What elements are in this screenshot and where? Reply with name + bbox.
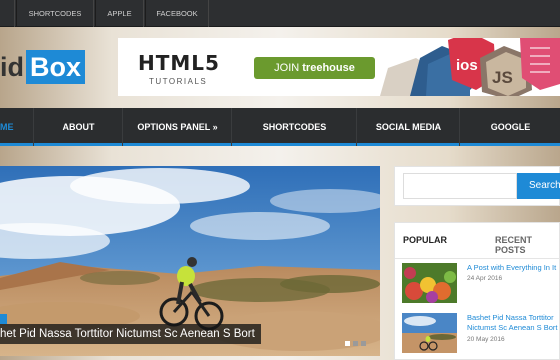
banner-title: HTML5 <box>138 51 220 75</box>
top-bar: Shortcodes Apple Facebook <box>0 0 560 27</box>
banner-subtitle: TUTORIALS <box>149 77 208 86</box>
widget-tabs: Popular Recent Posts <box>395 223 560 259</box>
slider-dot-3[interactable] <box>361 341 366 346</box>
tab-recent-posts[interactable]: Recent Posts <box>495 235 560 255</box>
topbar-link-truncated[interactable] <box>0 0 15 27</box>
search-button[interactable]: Search <box>517 173 560 199</box>
tabbed-posts-widget: Popular Recent Posts A Post with Everyth… <box>394 222 560 360</box>
site-logo[interactable]: id Box <box>0 50 86 84</box>
site-header: id Box HTML5 TUTORIALS JOIN treehouse io… <box>0 28 560 108</box>
topbar-link-shortcodes[interactable]: Shortcodes <box>16 0 94 27</box>
post-title[interactable]: A Post with Everything In It <box>467 263 560 273</box>
post-thumbnail[interactable] <box>402 263 457 303</box>
nav-item-shortcodes[interactable]: Shortcodes <box>233 108 357 146</box>
slider-dot-1[interactable] <box>345 341 350 346</box>
post-title[interactable]: Bashet Pid Nassa Torttitor Nictumst Sc A… <box>467 313 560 333</box>
main-nav: ME About Options Panel » Shortcodes Soci… <box>0 108 560 146</box>
post-date: 20 May 2016 <box>467 336 505 343</box>
logo-text-part1: id <box>0 52 24 82</box>
post-date: 24 Apr 2016 <box>467 275 503 282</box>
nav-item-home[interactable]: ME <box>0 108 34 146</box>
banner-join-prefix: JOIN <box>274 62 300 74</box>
post-thumbnail[interactable] <box>402 313 457 353</box>
topbar-link-facebook[interactable]: Facebook <box>145 0 209 27</box>
tab-popular[interactable]: Popular <box>403 235 447 245</box>
featured-slider[interactable]: het Pid Nassa Torttitor Nictumst Sc Aene… <box>0 166 380 356</box>
nav-item-social-media[interactable]: Social Media <box>358 108 460 146</box>
list-item[interactable]: A Post with Everything In It 24 Apr 2016 <box>402 263 560 305</box>
header-ad-banner[interactable]: HTML5 TUTORIALS JOIN treehouse ios JS <box>118 38 560 96</box>
badge-js-text: JS <box>492 68 513 87</box>
nav-item-google[interactable]: Google <box>461 108 560 146</box>
logo-text-part2: Box <box>26 50 86 84</box>
nav-item-options-panel[interactable]: Options Panel » <box>124 108 232 146</box>
search-input[interactable] <box>403 173 517 199</box>
slider-pagination <box>345 341 366 346</box>
banner-badges-graphic: ios JS <box>380 38 560 96</box>
banner-join-button[interactable]: JOIN treehouse <box>254 57 375 79</box>
nav-item-about[interactable]: About <box>35 108 123 146</box>
slider-dot-2[interactable] <box>353 341 358 346</box>
topbar-link-apple[interactable]: Apple <box>95 0 144 27</box>
slide-category-tag <box>0 314 7 324</box>
badge-ios-text: ios <box>456 57 478 74</box>
slide-caption[interactable]: het Pid Nassa Torttitor Nictumst Sc Aene… <box>0 324 261 344</box>
list-item[interactable]: Bashet Pid Nassa Torttitor Nictumst Sc A… <box>402 313 560 355</box>
banner-join-brand: treehouse <box>302 62 355 74</box>
search-widget: Search <box>394 166 560 206</box>
